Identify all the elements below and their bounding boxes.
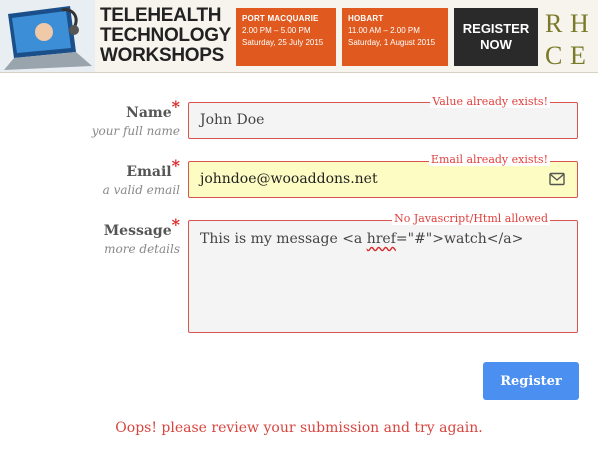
banner-title: TELEHEALTH TECHNOLOGY WORKSHOPS: [100, 5, 232, 66]
event-date: Saturday, 25 July 2015: [242, 38, 324, 47]
message-text: ="#">watch</a>: [395, 231, 524, 247]
workshop-banner[interactable]: TELEHEALTH TECHNOLOGY WORKSHOPS PORT MAC…: [0, 0, 598, 73]
svg-text:R: R: [545, 9, 563, 38]
event-hobart[interactable]: HOBART 11.00 AM – 2.00 PM Saturday, 1 Au…: [342, 8, 448, 66]
name-label: Name: [126, 105, 172, 121]
name-label-group: Name* your full name: [91, 97, 180, 138]
message-text: This is my message <a: [200, 231, 367, 247]
svg-text:E: E: [570, 41, 586, 68]
laptop-stethoscope-image: [0, 0, 95, 72]
event-date: Saturday, 1 August 2015: [348, 38, 436, 47]
message-value: This is my message <a href="#">watch</a>: [200, 231, 523, 247]
message-label: Message: [103, 223, 172, 239]
banner-title-line: TELEHEALTH: [100, 5, 222, 26]
register-now-line: NOW: [480, 37, 512, 52]
register-now-button[interactable]: REGISTER NOW: [454, 8, 538, 66]
name-hint: your full name: [91, 124, 180, 138]
email-input[interactable]: johndoe@wooaddons.net: [188, 161, 578, 198]
event-time: 11.00 AM – 2.00 PM: [348, 26, 420, 35]
event-time: 2.00 PM – 5.00 PM: [242, 26, 311, 35]
event-port-macquarie[interactable]: PORT MACQUARIE 2.00 PM – 5.00 PM Saturda…: [236, 8, 336, 66]
message-error: No Javascript/Html allowed: [392, 212, 550, 225]
event-city: PORT MACQUARIE: [242, 14, 319, 23]
rhce-logo: R H C E: [545, 9, 589, 68]
banner-title-line: WORKSHOPS: [100, 45, 224, 66]
svg-text:C: C: [545, 41, 562, 68]
register-now-line: REGISTER: [462, 21, 530, 36]
message-textarea[interactable]: This is my message <a href="#">watch</a>: [188, 220, 578, 333]
required-marker: *: [171, 97, 180, 116]
required-marker: *: [171, 215, 180, 234]
envelope-icon: [549, 172, 565, 186]
required-marker: *: [171, 156, 180, 175]
register-submit-button[interactable]: Register: [483, 362, 579, 400]
form-error-alert: Oops! please review your submission and …: [115, 420, 483, 436]
email-hint: a valid email: [102, 183, 180, 197]
svg-text:H: H: [570, 9, 589, 38]
email-value: johndoe@wooaddons.net: [200, 171, 378, 187]
name-error: Value already exists!: [430, 95, 550, 108]
name-value: John Doe: [200, 112, 265, 128]
banner-title-line: TECHNOLOGY: [100, 25, 232, 46]
email-label: Email: [126, 164, 172, 180]
message-hint: more details: [104, 242, 180, 256]
email-label-group: Email* a valid email: [102, 156, 180, 197]
event-city: HOBART: [348, 14, 384, 23]
email-error: Email already exists!: [428, 153, 550, 166]
message-label-group: Message* more details: [103, 215, 180, 256]
spellcheck-word: href: [366, 231, 396, 247]
